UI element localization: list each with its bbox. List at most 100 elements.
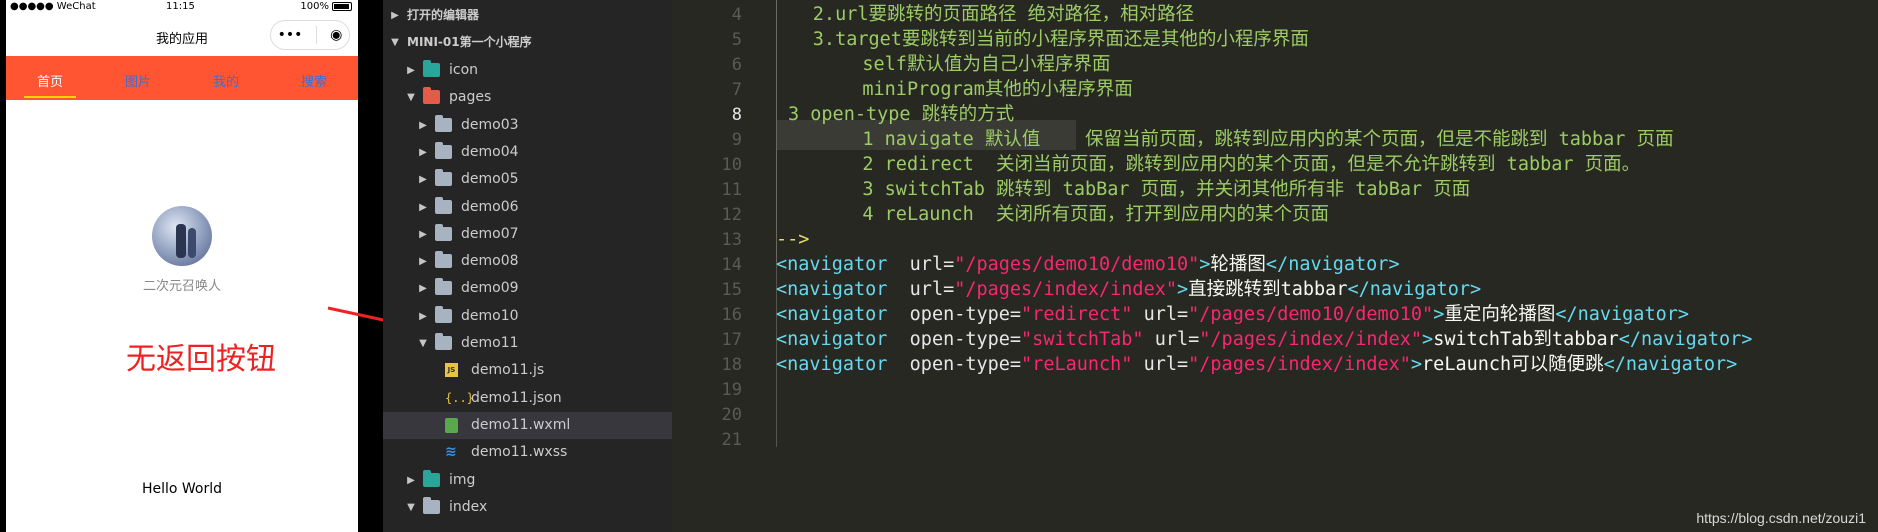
more-icon[interactable]: ••• — [278, 27, 303, 43]
tab-mine[interactable]: 我的 — [182, 56, 270, 100]
tree-item[interactable]: {..} demo11.json — [383, 385, 672, 412]
tree-item[interactable]: ▶ demo03 — [383, 112, 672, 139]
tree-item-label: demo05 — [461, 171, 519, 188]
capsule-menu[interactable]: ••• ◉ — [270, 20, 350, 50]
chevron-right-icon[interactable]: ▶ — [405, 467, 417, 494]
tree-item[interactable]: JS demo11.js — [383, 357, 672, 384]
user-nickname: 二次元召唤人 — [142, 279, 221, 294]
tree-item-label: demo04 — [461, 143, 519, 160]
tree-item-label: demo08 — [461, 253, 519, 270]
nav-bar: 我的应用 ••• ◉ — [6, 16, 358, 56]
phone-simulator: ●●●●● WeChat 11:15 100% 我的应用 ••• ◉ 首页 图片… — [0, 0, 366, 532]
navigator-line: <navigator open-type="reLaunch" url="/pa… — [776, 350, 1737, 380]
attr-value: "/pages/demo10/demo10" — [1188, 304, 1434, 325]
folder-icon — [435, 169, 452, 187]
tree-item-label: demo11.wxml — [471, 416, 571, 433]
status-time: 11:15 — [166, 1, 195, 12]
tag-end: > — [1199, 254, 1211, 275]
status-bar: ●●●●● WeChat 11:15 100% — [6, 0, 358, 16]
folder-icon — [435, 333, 452, 350]
tree-item[interactable]: ▼ index — [383, 494, 672, 521]
close-icon[interactable]: ◉ — [330, 27, 342, 43]
tag-open: <navigator — [776, 279, 888, 300]
battery-percent: 100% — [300, 1, 329, 12]
chevron-down-icon[interactable]: ▼ — [405, 84, 417, 111]
project-section[interactable]: ▼ MINI-01第一个小程序 — [383, 29, 672, 56]
line-gutter: 4 5 6 7 8 9 10 11 12 13 14 15 16 17 18 19 20 21 — [672, 0, 776, 532]
indent-guide — [776, 0, 777, 262]
tree-item[interactable]: ▶ demo05 — [383, 166, 672, 193]
folder-icon — [435, 223, 452, 241]
capsule-divider — [315, 26, 317, 44]
link-text: reLaunch可以随便跳 — [1422, 354, 1604, 375]
tag-open: <navigator — [776, 254, 888, 275]
link-text: 直接跳转到tabbar — [1188, 279, 1348, 300]
chevron-down-icon[interactable]: ▼ — [405, 494, 417, 521]
tag-open: <navigator — [776, 354, 888, 375]
attr-value: "/pages/index/index" — [1199, 329, 1423, 350]
folder-icon — [435, 141, 452, 159]
tree-item[interactable]: ▶ demo10 — [383, 303, 672, 330]
attr-value: "switchTab" — [1021, 329, 1144, 350]
tree-item[interactable]: ▶ img — [383, 467, 672, 494]
chevron-right-icon[interactable]: ▶ — [417, 194, 429, 221]
attr-name: open-type= — [887, 304, 1022, 325]
chevron-right-icon[interactable]: ▶ — [417, 166, 429, 193]
chevron-right-icon[interactable]: ▶ — [417, 275, 429, 302]
attr-value: "/pages/demo10/demo10" — [954, 254, 1200, 275]
attr-name: url= — [1143, 329, 1200, 350]
folder-icon — [435, 305, 452, 323]
code-editor[interactable]: 4 5 6 7 8 9 10 11 12 13 14 15 16 17 18 19 20 21 2.url要跳转的… — [672, 0, 1878, 532]
tree-item[interactable]: ▶ demo08 — [383, 248, 672, 275]
tree-item[interactable]: ▶ demo06 — [383, 194, 672, 221]
tag-open: <navigator — [776, 329, 888, 350]
tree-item-label: demo03 — [461, 116, 519, 133]
tree-item[interactable]: ▼ demo11 — [383, 330, 672, 357]
tree-item[interactable]: ▶ demo09 — [383, 275, 672, 302]
tree-item-label: demo07 — [461, 225, 519, 242]
tree-item[interactable]: ▼ pages — [383, 84, 672, 111]
chevron-right-icon[interactable]: ▶ — [417, 112, 429, 139]
tag-close: </navigator> — [1603, 354, 1738, 375]
tree-item[interactable]: ▶ icon — [383, 57, 672, 84]
tab-images[interactable]: 图片 — [94, 56, 182, 100]
chevron-right-icon[interactable]: ▶ — [417, 303, 429, 330]
section-label: 打开的编辑器 — [407, 8, 480, 22]
chevron-right-icon[interactable]: ▶ — [417, 248, 429, 275]
tree-item[interactable]: demo11.wxml — [383, 411, 672, 439]
attr-value: "redirect" — [1021, 304, 1133, 325]
attr-name: url= — [887, 254, 955, 275]
tree-item[interactable]: ▶ demo07 — [383, 221, 672, 248]
open-editors-section[interactable]: ▶ 打开的编辑器 — [383, 2, 672, 29]
attr-name: open-type= — [887, 329, 1022, 350]
folder-icon — [435, 196, 452, 214]
chevron-right-icon[interactable]: ▶ — [417, 139, 429, 166]
attr-name: open-type= — [887, 354, 1022, 375]
folder-icon — [423, 469, 440, 487]
tree-item-label: demo06 — [461, 198, 519, 215]
comment-line: 4 reLaunch 关闭所有页面，打开到应用内的某个页面 — [862, 204, 1330, 225]
tree-item-label: demo09 — [461, 280, 519, 297]
tree-item-label: demo10 — [461, 307, 519, 324]
chevron-down-icon: ▼ — [391, 37, 399, 48]
tab-search[interactable]: 搜索 — [270, 56, 358, 100]
chevron-right-icon[interactable]: ▶ — [405, 57, 417, 84]
tag-close: </navigator> — [1347, 279, 1482, 300]
tree-item-label: pages — [449, 89, 492, 106]
avatar-figure — [176, 224, 186, 258]
tree-item-label: demo11.js — [471, 362, 545, 379]
chevron-down-icon[interactable]: ▼ — [417, 330, 429, 357]
avatar[interactable] — [152, 206, 212, 266]
tree-item-label: icon — [449, 62, 479, 78]
annotation-label: 无返回按钮 — [126, 342, 276, 377]
avatar-figure-2 — [188, 228, 196, 258]
tree-item[interactable]: ▶ demo04 — [383, 139, 672, 166]
top-tab-bar: 首页 图片 我的 搜索 — [6, 56, 358, 100]
file-explorer: ▶ 打开的编辑器 ▼ MINI-01第一个小程序 ▶ icon ▼ pages ▶ dem… — [383, 0, 672, 532]
js-file-icon: JS — [445, 363, 458, 378]
chevron-right-icon[interactable]: ▶ — [417, 221, 429, 248]
attr-name: url= — [1132, 354, 1189, 375]
tab-home[interactable]: 首页 — [6, 56, 94, 100]
tree-item[interactable]: ≋ demo11.wxss — [383, 439, 672, 466]
chevron-right-icon: ▶ — [391, 10, 399, 21]
